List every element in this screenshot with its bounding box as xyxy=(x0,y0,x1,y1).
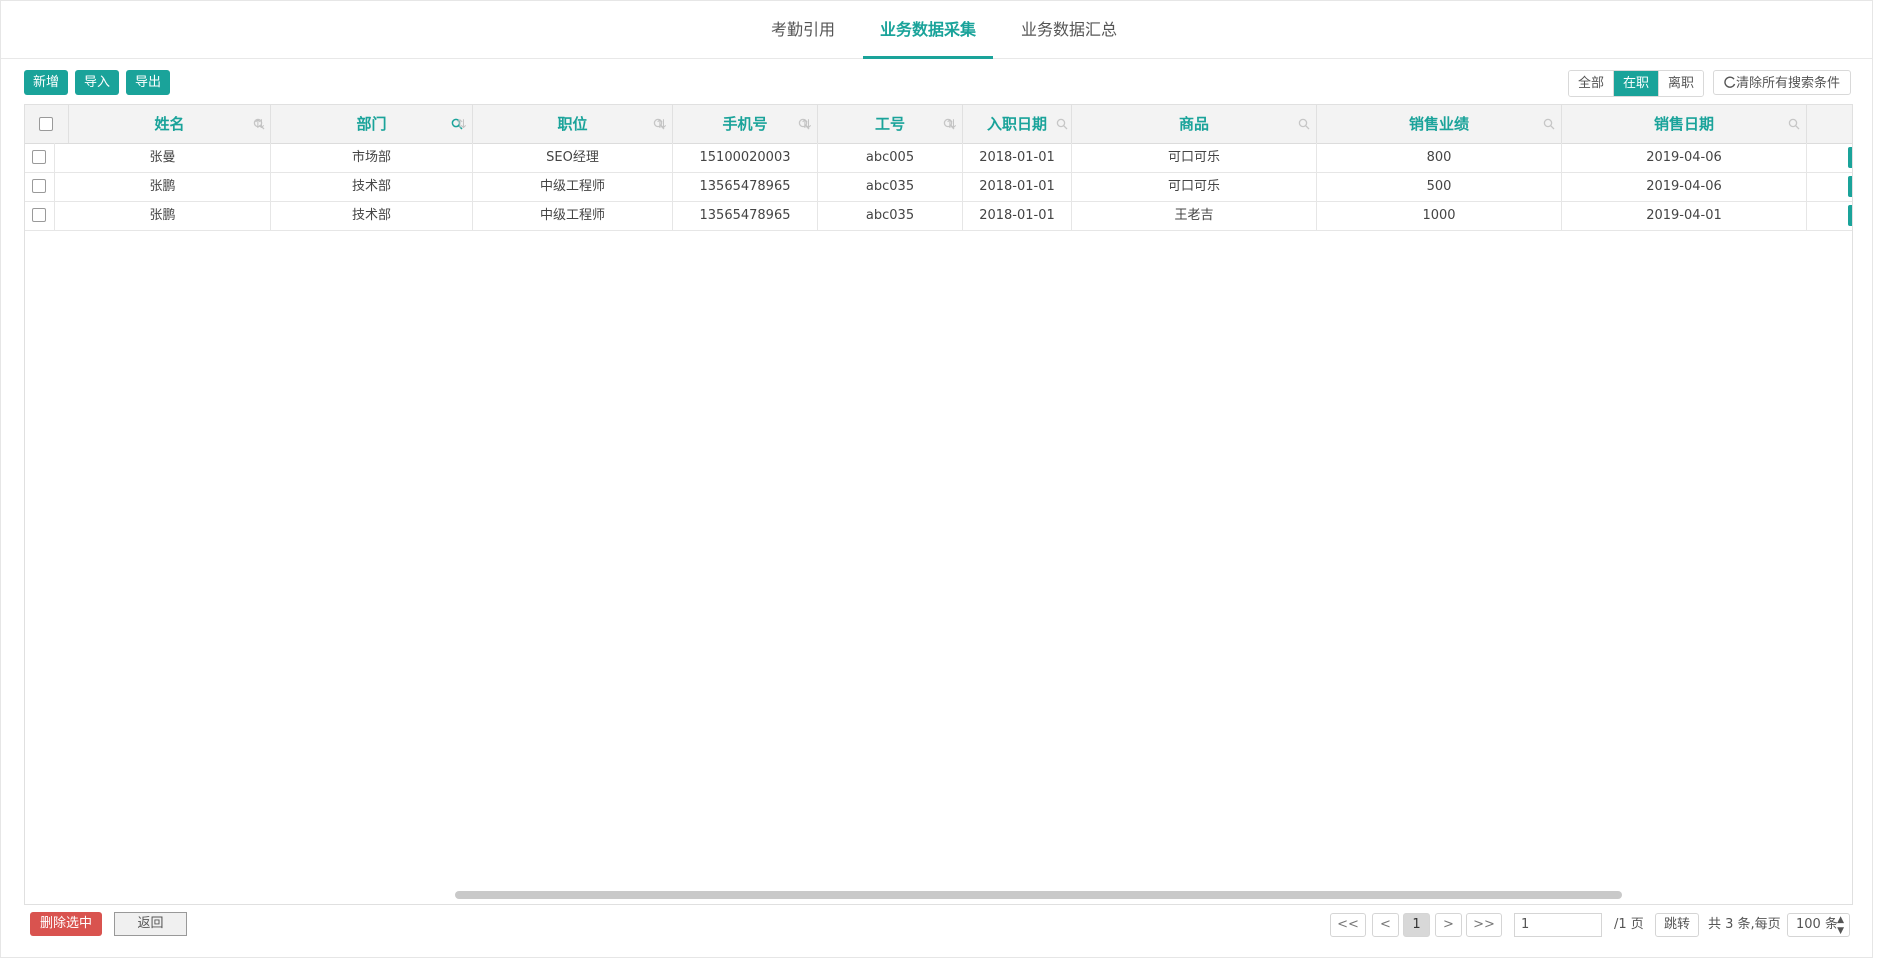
cell-sales-amount: 800 xyxy=(1317,143,1562,172)
sort-icon[interactable]: ⇅ xyxy=(796,105,818,143)
cell-name: 张鹏 xyxy=(55,172,271,201)
import-button[interactable]: 导入 xyxy=(75,70,120,95)
horizontal-scrollbar[interactable] xyxy=(455,891,1622,899)
last-page-button[interactable]: >> xyxy=(1466,913,1502,937)
search-icon[interactable] xyxy=(1788,118,1800,130)
export-button[interactable]: 导出 xyxy=(126,70,171,95)
header-sales-date[interactable]: 销售日期 xyxy=(1562,105,1807,143)
cell-hire-date: 2018-01-01 xyxy=(963,172,1072,201)
cell-phone: 15100020003 xyxy=(673,143,818,172)
jump-button[interactable]: 跳转 xyxy=(1655,913,1699,937)
clear-search-label: 清除所有搜索条件 xyxy=(1736,76,1841,91)
record-summary: 共 3 条,每页 xyxy=(1708,917,1781,932)
page-size-value: 100 条 xyxy=(1796,917,1838,932)
select-all-checkbox[interactable] xyxy=(39,117,53,131)
table-header: 姓名 ⇅ 部门 ⇅ 职位 ⇅ 手机号 ⇅ 工号 ⇅ 入职日期 商品 销售业绩 销… xyxy=(25,105,1852,144)
header-department[interactable]: 部门 xyxy=(271,105,473,143)
cell-product: 可口可乐 xyxy=(1072,143,1317,172)
header-name-label: 姓名 xyxy=(154,115,185,133)
header-name[interactable]: 姓名 xyxy=(69,105,271,143)
cell-sales-date: 2019-04-06 xyxy=(1562,172,1807,201)
row-checkbox[interactable] xyxy=(32,179,46,193)
header-hire-date-label: 入职日期 xyxy=(986,115,1047,133)
cell-position: SEO经理 xyxy=(473,143,673,172)
employment-status-filter: 全部 在职 离职 xyxy=(1568,70,1705,97)
cell-department: 技术部 xyxy=(271,201,473,230)
cell-name: 张曼 xyxy=(55,143,271,172)
cell-employee-id: abc035 xyxy=(818,172,963,201)
back-button[interactable]: 返回 xyxy=(114,912,187,936)
cell-sales-amount: 1000 xyxy=(1317,201,1562,230)
header-sales-amount[interactable]: 销售业绩 xyxy=(1317,105,1562,143)
search-icon[interactable] xyxy=(1056,118,1068,130)
cell-product: 王老吉 xyxy=(1072,201,1317,230)
sort-icon[interactable]: ⇅ xyxy=(451,105,473,143)
row-action-handle[interactable] xyxy=(1848,176,1852,197)
cell-hire-date: 2018-01-01 xyxy=(963,143,1072,172)
page-number-input[interactable]: 1 xyxy=(1514,913,1602,937)
next-page-button[interactable]: > xyxy=(1435,913,1462,937)
header-position-label: 职位 xyxy=(557,115,588,133)
header-select-all-cell xyxy=(25,105,69,143)
app-frame: 考勤引用 业务数据采集 业务数据汇总 新增 导入 导出 全部 在职 离职 清除所… xyxy=(0,0,1873,958)
cell-phone: 13565478965 xyxy=(673,201,818,230)
cell-product: 可口可乐 xyxy=(1072,172,1317,201)
tab-business-data-collection[interactable]: 业务数据采集 xyxy=(863,1,993,59)
row-select-cell xyxy=(25,172,55,201)
row-checkbox[interactable] xyxy=(32,150,46,164)
tab-bar: 考勤引用 业务数据采集 业务数据汇总 xyxy=(1,1,1872,59)
header-department-label: 部门 xyxy=(356,115,387,133)
filter-left-button[interactable]: 离职 xyxy=(1659,71,1704,96)
header-phone-label: 手机号 xyxy=(722,115,768,133)
header-product-label: 商品 xyxy=(1178,115,1209,133)
prev-page-button[interactable]: < xyxy=(1372,913,1399,937)
cell-department: 技术部 xyxy=(271,172,473,201)
first-page-button[interactable]: << xyxy=(1330,913,1366,937)
header-sales-date-label: 销售日期 xyxy=(1653,115,1714,133)
header-hire-date[interactable]: 入职日期 xyxy=(963,105,1072,143)
tab-attendance-reference[interactable]: 考勤引用 xyxy=(763,1,843,58)
total-pages-label: /1 页 xyxy=(1614,917,1644,932)
header-employee-id-label: 工号 xyxy=(874,115,905,133)
row-select-cell xyxy=(25,143,55,172)
row-checkbox[interactable] xyxy=(32,208,46,222)
cell-name: 张鹏 xyxy=(55,201,271,230)
add-button[interactable]: 新增 xyxy=(24,70,69,95)
header-product[interactable]: 商品 xyxy=(1072,105,1317,143)
current-page-button[interactable]: 1 xyxy=(1403,913,1430,937)
header-sales-amount-label: 销售业绩 xyxy=(1408,115,1469,133)
sort-icon[interactable]: ⇅ xyxy=(651,105,673,143)
clear-search-button[interactable]: 清除所有搜索条件 xyxy=(1713,70,1851,95)
row-select-cell xyxy=(25,201,55,230)
table-row[interactable]: 张鹏 技术部 中级工程师 13565478965 abc035 2018-01-01 王老吉… xyxy=(25,201,1852,231)
cell-position: 中级工程师 xyxy=(473,172,673,201)
data-table: 姓名 ⇅ 部门 ⇅ 职位 ⇅ 手机号 ⇅ 工号 ⇅ 入职日期 商品 销售业绩 销… xyxy=(24,104,1853,905)
filter-all-button[interactable]: 全部 xyxy=(1569,71,1615,96)
cell-position: 中级工程师 xyxy=(473,201,673,230)
sort-icon[interactable]: ⇅ xyxy=(249,105,271,143)
delete-selected-button[interactable]: 删除选中 xyxy=(30,912,103,936)
cell-employee-id: abc005 xyxy=(818,143,963,172)
cell-sales-amount: 500 xyxy=(1317,172,1562,201)
search-icon[interactable] xyxy=(1543,118,1555,130)
row-action-handle[interactable] xyxy=(1848,205,1852,226)
sort-icon[interactable]: ⇅ xyxy=(941,105,963,143)
filter-active-button[interactable]: 在职 xyxy=(1614,71,1660,96)
page-size-select[interactable]: 100 条 ▲ ▼ xyxy=(1787,913,1850,937)
cell-hire-date: 2018-01-01 xyxy=(963,201,1072,230)
cell-phone: 13565478965 xyxy=(673,172,818,201)
cell-sales-date: 2019-04-01 xyxy=(1562,201,1807,230)
row-action-handle[interactable] xyxy=(1848,147,1852,168)
table-row[interactable]: 张曼 市场部 SEO经理 15100020003 abc005 2018-01-01 可口可… xyxy=(25,143,1852,173)
cell-department: 市场部 xyxy=(271,143,473,172)
cell-sales-date: 2019-04-06 xyxy=(1562,143,1807,172)
table-row[interactable]: 张鹏 技术部 中级工程师 13565478965 abc035 2018-01-01 可口可… xyxy=(25,172,1852,202)
refresh-icon xyxy=(1724,76,1736,88)
select-arrows-icon: ▲ ▼ xyxy=(1837,915,1844,936)
cell-employee-id: abc035 xyxy=(818,201,963,230)
tab-business-data-summary[interactable]: 业务数据汇总 xyxy=(1013,1,1125,58)
search-icon[interactable] xyxy=(1298,118,1310,130)
header-position[interactable]: 职位 xyxy=(473,105,673,143)
